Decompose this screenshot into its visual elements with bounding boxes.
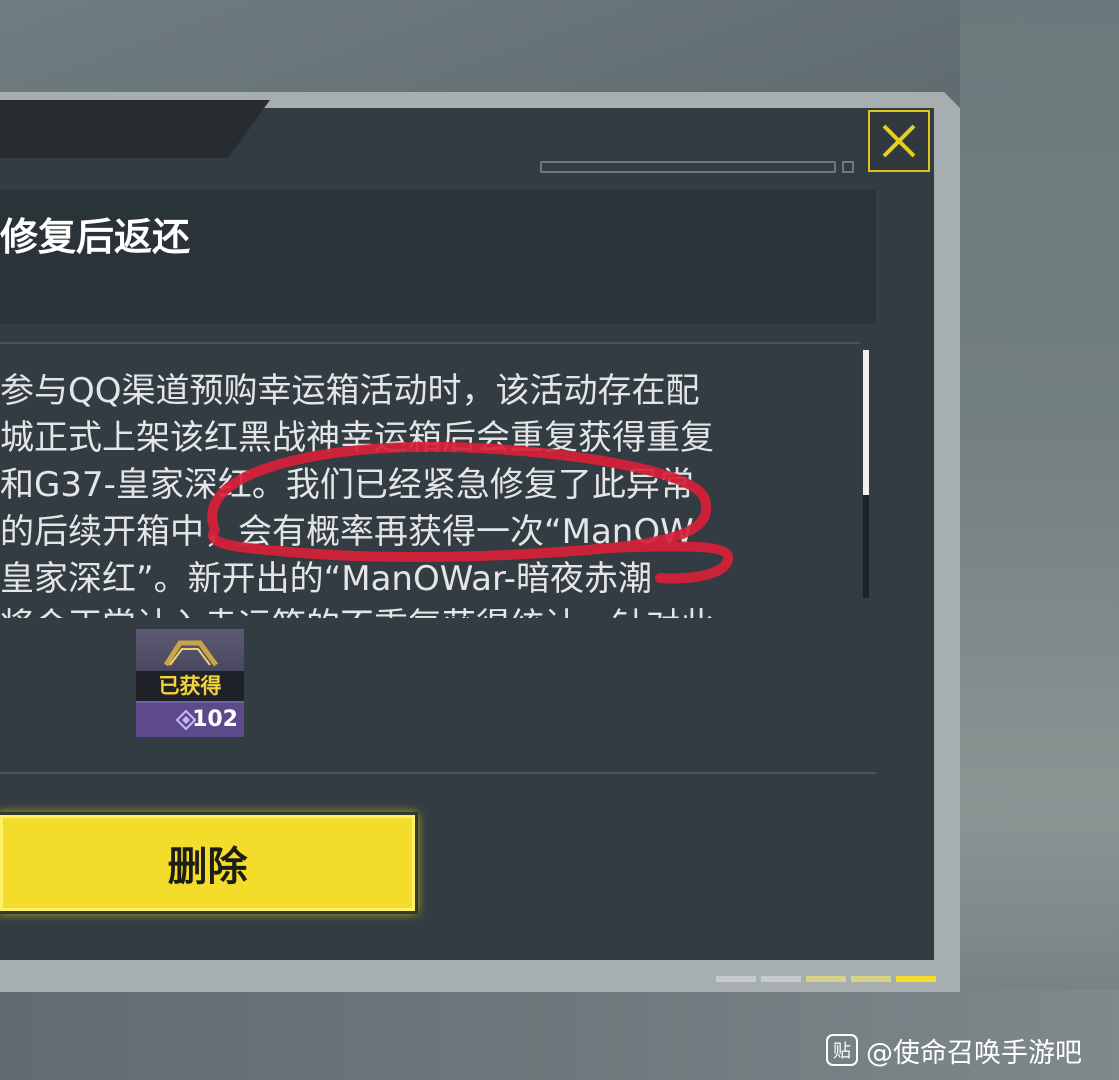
reward-count-bar: 102	[136, 701, 244, 737]
title-divider	[0, 342, 860, 344]
reward-count: 102	[192, 707, 238, 732]
page-indicator	[716, 976, 756, 982]
body-line: 将会正常计入幸运箱的不重复获得统计，针对此	[0, 603, 860, 618]
page-indicator	[761, 976, 801, 982]
dialog-header-strip	[0, 100, 270, 158]
footer-divider	[0, 772, 876, 774]
body-line: 的后续开箱中，会有概率再获得一次“ManOW	[0, 512, 694, 552]
tieba-logo-icon: 贴	[826, 1034, 858, 1066]
mail-body[interactable]: 参与QQ渠道预购幸运箱活动时，该活动存在配 城正式上架该红黑战神幸运箱后会重复获…	[0, 368, 860, 618]
close-button[interactable]	[868, 110, 930, 172]
header-decoration-dot	[842, 161, 854, 173]
background-right	[960, 0, 1119, 1080]
close-x-icon	[882, 124, 916, 158]
body-scrollbar-thumb[interactable]	[863, 350, 869, 495]
body-line: 参与QQ渠道预购幸运箱活动时，该活动存在配	[0, 371, 700, 411]
mail-title: 修复后返还	[0, 215, 191, 259]
delete-button[interactable]: 删除	[0, 815, 415, 911]
frame-emblem-icon	[163, 640, 219, 667]
page-indicator-active	[896, 976, 936, 982]
body-line: 皇家深红”。新开出的“ManOWar-暗夜赤潮	[0, 559, 653, 599]
body-line: 和G37-皇家深红。我们已经紧急修复了此异常	[0, 465, 694, 505]
body-line: 城正式上架该红黑战神幸运箱后会重复获得重复	[0, 418, 714, 458]
header-decoration-track	[540, 161, 836, 173]
watermark: 贴 @使命召唤手游吧	[826, 1028, 1082, 1072]
obtained-badge: 已获得	[136, 671, 244, 701]
page-indicator	[851, 976, 891, 982]
page-indicator	[806, 976, 846, 982]
reward-item[interactable]: 已获得 102	[136, 629, 244, 737]
watermark-text: @使命召唤手游吧	[866, 1037, 1082, 1069]
